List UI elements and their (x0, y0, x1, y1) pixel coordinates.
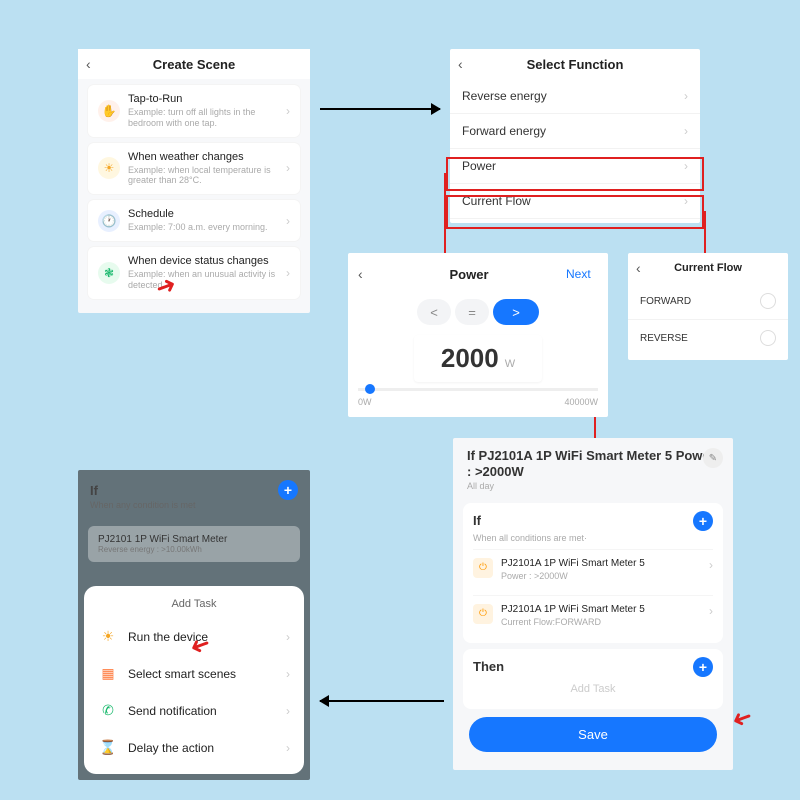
bell-icon: ❃ (98, 262, 120, 284)
connector-line (704, 211, 706, 255)
header: ‹ Select Function (450, 49, 700, 79)
value-input[interactable]: 2000W (414, 335, 542, 382)
clock-icon: 🕐 (98, 210, 120, 232)
add-icon: + (278, 480, 298, 500)
task-smart-scenes[interactable]: ▦Select smart scenes› (84, 655, 304, 692)
flow-arrow-icon (320, 700, 444, 702)
opt-reverse[interactable]: REVERSE (628, 320, 788, 356)
edit-icon[interactable]: ✎ (703, 448, 723, 468)
create-scene-panel: ‹ Create Scene ✋ Tap-to-RunExample: turn… (78, 49, 310, 313)
automation-subtitle: All day (453, 481, 733, 497)
tap-icon: ✋ (98, 100, 120, 122)
back-icon[interactable]: ‹ (636, 260, 650, 276)
chevron-right-icon: › (709, 558, 713, 572)
page-title: Current Flow (650, 262, 766, 274)
chevron-right-icon: › (709, 604, 713, 618)
chevron-right-icon: › (684, 124, 688, 138)
chevron-right-icon: › (286, 741, 290, 755)
page-title: Power (372, 267, 566, 282)
select-function-panel: ‹ Select Function Reverse energy› Forwar… (450, 49, 700, 223)
fn-forward-energy[interactable]: Forward energy› (450, 114, 700, 149)
fn-reverse-energy[interactable]: Reverse energy› (450, 79, 700, 114)
radio-icon (760, 293, 776, 309)
section-title: If (473, 513, 693, 528)
condition-item[interactable]: ⏻ PJ2101A 1P WiFi Smart Meter 5Power : >… (473, 549, 713, 589)
device-icon: ⏻ (473, 604, 493, 624)
dimmed-background: If+ When any condition is met (78, 470, 310, 520)
task-notify[interactable]: ✆Send notification› (84, 692, 304, 729)
back-icon[interactable]: ‹ (458, 56, 472, 72)
device-icon: ⏻ (473, 558, 493, 578)
action-sheet: Add Task ☀Run the device› ▦Select smart … (84, 586, 304, 774)
placeholder-text: Add Task (473, 677, 713, 701)
option-schedule[interactable]: 🕐 ScheduleExample: 7:00 a.m. every morni… (88, 200, 300, 241)
option-tap-to-run[interactable]: ✋ Tap-to-RunExample: turn off all lights… (88, 85, 300, 137)
fn-current-flow[interactable]: Current Flow› (450, 184, 700, 219)
chevron-right-icon: › (286, 266, 290, 280)
chevron-right-icon: › (286, 704, 290, 718)
condition-item[interactable]: ⏻ PJ2101A 1P WiFi Smart Meter 5Current F… (473, 595, 713, 635)
save-button[interactable]: Save (469, 717, 717, 752)
opt-forward[interactable]: FORWARD (628, 283, 788, 320)
op-greater[interactable]: > (493, 299, 539, 325)
comparator-group: < = > (358, 299, 598, 325)
section-title: Then (473, 659, 693, 674)
page-title: Select Function (472, 57, 678, 72)
hourglass-icon: ⌛ (98, 739, 118, 756)
range-max: 40000W (564, 397, 598, 407)
chevron-right-icon: › (286, 214, 290, 228)
sun-icon: ☀ (98, 157, 120, 179)
next-button[interactable]: Next (566, 267, 598, 281)
chevron-right-icon: › (684, 194, 688, 208)
automation-title: If PJ2101A 1P WiFi Smart Meter 5 Power :… (453, 438, 733, 481)
chevron-right-icon: › (286, 630, 290, 644)
chevron-right-icon: › (684, 159, 688, 173)
task-run-device[interactable]: ☀Run the device› (84, 618, 304, 655)
header: ‹ Current Flow (628, 253, 788, 283)
if-section: If+ When all conditions are met· ⏻ PJ210… (463, 503, 723, 643)
back-icon[interactable]: ‹ (358, 266, 372, 282)
option-device-status[interactable]: ❃ When device status changesExample: whe… (88, 247, 300, 299)
task-delay[interactable]: ⌛Delay the action› (84, 729, 304, 766)
back-icon[interactable]: ‹ (86, 56, 100, 72)
chevron-right-icon: › (684, 89, 688, 103)
current-flow-panel: ‹ Current Flow FORWARD REVERSE (628, 253, 788, 360)
sheet-title: Add Task (84, 590, 304, 618)
header: ‹ Power Next (358, 259, 598, 289)
radio-icon (760, 330, 776, 346)
range-min: 0W (358, 397, 372, 407)
add-condition-button[interactable]: + (693, 511, 713, 531)
power-panel: ‹ Power Next < = > 2000W 0W 40000W (348, 253, 608, 417)
add-task-button[interactable]: + (693, 657, 713, 677)
chevron-right-icon: › (286, 667, 290, 681)
chevron-right-icon: › (286, 161, 290, 175)
sun-icon: ☀ (98, 628, 118, 645)
chevron-right-icon: › (286, 104, 290, 118)
scene-icon: ▦ (98, 665, 118, 682)
add-task-modal: If+ When any condition is met PJ2101 1P … (78, 470, 310, 780)
header: ‹ Create Scene (78, 49, 310, 79)
then-section: Then+ Add Task (463, 649, 723, 709)
fn-power[interactable]: Power› (450, 149, 700, 184)
page-title: Create Scene (100, 57, 288, 72)
slider-thumb[interactable] (365, 384, 375, 394)
option-weather[interactable]: ☀ When weather changesExample: when loca… (88, 143, 300, 195)
automation-panel: ✎ If PJ2101A 1P WiFi Smart Meter 5 Power… (453, 438, 733, 770)
slider[interactable] (358, 388, 598, 391)
section-sub: When all conditions are met· (473, 533, 713, 543)
flow-arrow-icon (320, 108, 440, 110)
dim-condition: PJ2101 1P WiFi Smart Meter Reverse energ… (88, 526, 300, 562)
op-equal[interactable]: = (455, 299, 489, 325)
phone-icon: ✆ (98, 702, 118, 719)
op-less[interactable]: < (417, 299, 451, 325)
